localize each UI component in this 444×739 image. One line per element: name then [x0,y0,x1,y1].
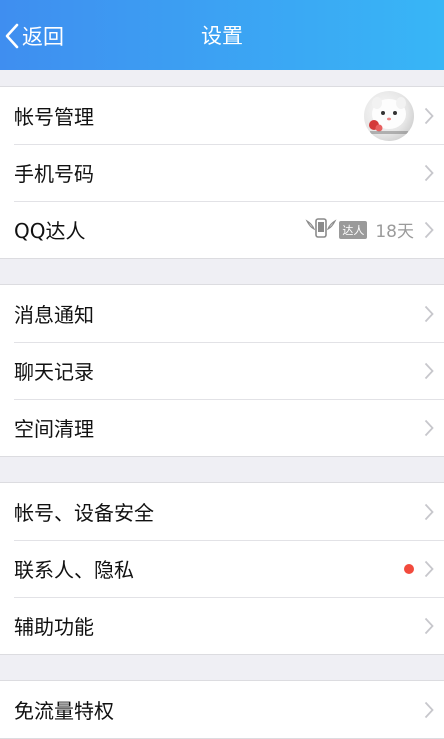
row-chat-history[interactable]: 聊天记录 [0,342,444,399]
row-phone-number[interactable]: 手机号码 [0,144,444,201]
daren-badge: 达人 [305,217,368,243]
settings-group-security: 帐号、设备安全 联系人、隐私 辅助功能 [0,482,444,655]
row-label: 空间清理 [14,417,94,441]
row-accessibility[interactable]: 辅助功能 [0,597,444,654]
chevron-right-icon [424,362,434,384]
row-label: 联系人、隐私 [14,558,134,582]
daren-days: 18天 [375,222,414,242]
row-contacts-privacy[interactable]: 联系人、隐私 [0,540,444,597]
row-label: 辅助功能 [14,615,94,639]
row-label: 帐号、设备安全 [14,501,154,525]
row-label: 消息通知 [14,303,94,327]
chevron-right-icon [424,560,434,582]
phone-wings-icon [305,217,337,243]
row-label: 聊天记录 [14,360,94,384]
row-label: 帐号管理 [14,105,94,129]
row-label: 手机号码 [14,162,94,186]
row-message-notifications[interactable]: 消息通知 [0,285,444,342]
row-qq-daren[interactable]: QQ达人 达人 18天 [0,201,444,258]
notification-dot [404,563,414,574]
chevron-right-icon [424,221,434,243]
settings-group-account: 帐号管理 手机号码 QQ达人 达人 18天 [0,86,444,259]
avatar [364,90,414,141]
navigation-bar: 返回 设置 [0,0,444,70]
chevron-right-icon [424,107,434,129]
settings-group-messages: 消息通知 聊天记录 空间清理 [0,284,444,457]
page-title: 设置 [201,24,243,48]
chevron-right-icon [424,305,434,327]
row-account-management[interactable]: 帐号管理 [0,87,444,144]
row-label: QQ达人 [14,219,86,243]
chevron-right-icon [424,419,434,441]
row-label: 免流量特权 [14,699,114,723]
chevron-right-icon [424,617,434,639]
chevron-right-icon [424,503,434,525]
row-account-device-security[interactable]: 帐号、设备安全 [0,483,444,540]
chevron-right-icon [424,164,434,186]
settings-group-privileges: 免流量特权 [0,680,444,739]
daren-badge-label: 达人 [339,220,368,239]
row-storage-cleanup[interactable]: 空间清理 [0,399,444,456]
chevron-right-icon [424,701,434,723]
row-free-data-privilege[interactable]: 免流量特权 [0,681,444,738]
